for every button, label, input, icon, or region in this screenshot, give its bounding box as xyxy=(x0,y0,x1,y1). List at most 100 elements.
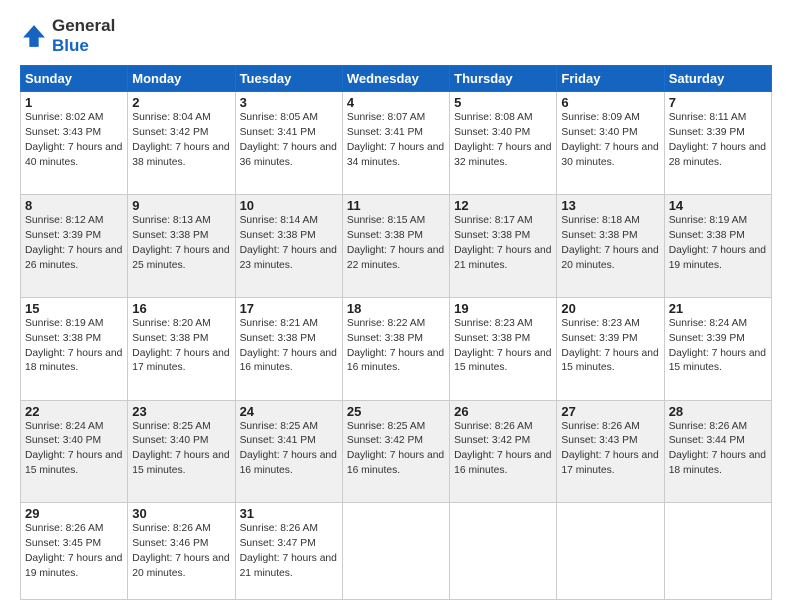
sunrise-text: Sunrise: 8:26 AM xyxy=(132,523,210,534)
sunrise-text: Sunrise: 8:08 AM xyxy=(454,112,532,123)
day-info: Sunrise: 8:23 AM Sunset: 3:38 PM Dayligh… xyxy=(454,317,552,377)
day-info: Sunrise: 8:26 AM Sunset: 3:46 PM Dayligh… xyxy=(132,522,230,582)
calendar-cell xyxy=(664,503,771,600)
sunrise-text: Sunrise: 8:07 AM xyxy=(347,112,425,123)
sunrise-text: Sunrise: 8:26 AM xyxy=(669,421,747,432)
logo: General Blue xyxy=(20,16,115,55)
weekday-header-row: SundayMondayTuesdayWednesdayThursdayFrid… xyxy=(21,66,772,92)
day-info: Sunrise: 8:19 AM Sunset: 3:38 PM Dayligh… xyxy=(669,214,767,274)
sunset-text: Sunset: 3:38 PM xyxy=(669,230,745,241)
sunset-text: Sunset: 3:38 PM xyxy=(561,230,637,241)
daylight-text: Daylight: 7 hours and 23 minutes. xyxy=(240,245,337,271)
sunset-text: Sunset: 3:40 PM xyxy=(454,127,530,138)
daylight-text: Daylight: 7 hours and 16 minutes. xyxy=(347,348,444,374)
daylight-text: Daylight: 7 hours and 30 minutes. xyxy=(561,142,658,168)
sunrise-text: Sunrise: 8:05 AM xyxy=(240,112,318,123)
day-info: Sunrise: 8:20 AM Sunset: 3:38 PM Dayligh… xyxy=(132,317,230,377)
day-info: Sunrise: 8:26 AM Sunset: 3:47 PM Dayligh… xyxy=(240,522,338,582)
day-info: Sunrise: 8:25 AM Sunset: 3:42 PM Dayligh… xyxy=(347,420,445,480)
day-number: 11 xyxy=(347,198,445,213)
day-info: Sunrise: 8:13 AM Sunset: 3:38 PM Dayligh… xyxy=(132,214,230,274)
sunrise-text: Sunrise: 8:09 AM xyxy=(561,112,639,123)
day-number: 13 xyxy=(561,198,659,213)
day-info: Sunrise: 8:26 AM Sunset: 3:44 PM Dayligh… xyxy=(669,420,767,480)
sunset-text: Sunset: 3:46 PM xyxy=(132,538,208,549)
calendar-cell: 29 Sunrise: 8:26 AM Sunset: 3:45 PM Dayl… xyxy=(21,503,128,600)
weekday-header-monday: Monday xyxy=(128,66,235,92)
day-number: 9 xyxy=(132,198,230,213)
day-number: 7 xyxy=(669,95,767,110)
logo-text: General Blue xyxy=(52,16,115,55)
sunset-text: Sunset: 3:39 PM xyxy=(561,333,637,344)
daylight-text: Daylight: 7 hours and 38 minutes. xyxy=(132,142,229,168)
daylight-text: Daylight: 7 hours and 15 minutes. xyxy=(25,450,122,476)
day-number: 20 xyxy=(561,301,659,316)
weekday-header-friday: Friday xyxy=(557,66,664,92)
calendar-cell: 31 Sunrise: 8:26 AM Sunset: 3:47 PM Dayl… xyxy=(235,503,342,600)
sunrise-text: Sunrise: 8:20 AM xyxy=(132,318,210,329)
header: General Blue xyxy=(20,16,772,55)
day-info: Sunrise: 8:25 AM Sunset: 3:40 PM Dayligh… xyxy=(132,420,230,480)
day-number: 25 xyxy=(347,404,445,419)
sunset-text: Sunset: 3:39 PM xyxy=(669,127,745,138)
sunrise-text: Sunrise: 8:23 AM xyxy=(454,318,532,329)
sunrise-text: Sunrise: 8:14 AM xyxy=(240,215,318,226)
calendar-cell: 1 Sunrise: 8:02 AM Sunset: 3:43 PM Dayli… xyxy=(21,92,128,195)
sunrise-text: Sunrise: 8:12 AM xyxy=(25,215,103,226)
calendar-cell: 15 Sunrise: 8:19 AM Sunset: 3:38 PM Dayl… xyxy=(21,297,128,400)
sunrise-text: Sunrise: 8:25 AM xyxy=(347,421,425,432)
sunset-text: Sunset: 3:38 PM xyxy=(132,230,208,241)
daylight-text: Daylight: 7 hours and 15 minutes. xyxy=(132,450,229,476)
sunset-text: Sunset: 3:45 PM xyxy=(25,538,101,549)
calendar-cell: 3 Sunrise: 8:05 AM Sunset: 3:41 PM Dayli… xyxy=(235,92,342,195)
sunset-text: Sunset: 3:42 PM xyxy=(347,435,423,446)
daylight-text: Daylight: 7 hours and 20 minutes. xyxy=(561,245,658,271)
sunset-text: Sunset: 3:42 PM xyxy=(454,435,530,446)
sunset-text: Sunset: 3:38 PM xyxy=(240,333,316,344)
day-number: 10 xyxy=(240,198,338,213)
calendar-cell: 18 Sunrise: 8:22 AM Sunset: 3:38 PM Dayl… xyxy=(342,297,449,400)
day-info: Sunrise: 8:12 AM Sunset: 3:39 PM Dayligh… xyxy=(25,214,123,274)
sunset-text: Sunset: 3:38 PM xyxy=(454,333,530,344)
weekday-header-thursday: Thursday xyxy=(450,66,557,92)
sunrise-text: Sunrise: 8:19 AM xyxy=(669,215,747,226)
sunrise-text: Sunrise: 8:25 AM xyxy=(240,421,318,432)
calendar-cell xyxy=(450,503,557,600)
day-info: Sunrise: 8:14 AM Sunset: 3:38 PM Dayligh… xyxy=(240,214,338,274)
day-number: 22 xyxy=(25,404,123,419)
daylight-text: Daylight: 7 hours and 36 minutes. xyxy=(240,142,337,168)
calendar-cell: 17 Sunrise: 8:21 AM Sunset: 3:38 PM Dayl… xyxy=(235,297,342,400)
daylight-text: Daylight: 7 hours and 40 minutes. xyxy=(25,142,122,168)
sunrise-text: Sunrise: 8:17 AM xyxy=(454,215,532,226)
sunrise-text: Sunrise: 8:19 AM xyxy=(25,318,103,329)
weekday-header-sunday: Sunday xyxy=(21,66,128,92)
day-number: 18 xyxy=(347,301,445,316)
sunset-text: Sunset: 3:43 PM xyxy=(25,127,101,138)
weekday-header-wednesday: Wednesday xyxy=(342,66,449,92)
sunset-text: Sunset: 3:47 PM xyxy=(240,538,316,549)
page: General Blue SundayMondayTuesdayWednesda… xyxy=(0,0,792,612)
day-number: 5 xyxy=(454,95,552,110)
sunset-text: Sunset: 3:40 PM xyxy=(561,127,637,138)
day-info: Sunrise: 8:05 AM Sunset: 3:41 PM Dayligh… xyxy=(240,111,338,171)
calendar-cell: 25 Sunrise: 8:25 AM Sunset: 3:42 PM Dayl… xyxy=(342,400,449,503)
calendar-week-row: 15 Sunrise: 8:19 AM Sunset: 3:38 PM Dayl… xyxy=(21,297,772,400)
day-info: Sunrise: 8:18 AM Sunset: 3:38 PM Dayligh… xyxy=(561,214,659,274)
day-info: Sunrise: 8:11 AM Sunset: 3:39 PM Dayligh… xyxy=(669,111,767,171)
sunset-text: Sunset: 3:41 PM xyxy=(240,435,316,446)
sunset-text: Sunset: 3:38 PM xyxy=(347,230,423,241)
day-number: 30 xyxy=(132,506,230,521)
day-info: Sunrise: 8:02 AM Sunset: 3:43 PM Dayligh… xyxy=(25,111,123,171)
day-number: 23 xyxy=(132,404,230,419)
calendar-cell: 4 Sunrise: 8:07 AM Sunset: 3:41 PM Dayli… xyxy=(342,92,449,195)
daylight-text: Daylight: 7 hours and 16 minutes. xyxy=(240,450,337,476)
calendar-cell: 28 Sunrise: 8:26 AM Sunset: 3:44 PM Dayl… xyxy=(664,400,771,503)
day-number: 2 xyxy=(132,95,230,110)
day-info: Sunrise: 8:15 AM Sunset: 3:38 PM Dayligh… xyxy=(347,214,445,274)
day-info: Sunrise: 8:26 AM Sunset: 3:43 PM Dayligh… xyxy=(561,420,659,480)
day-info: Sunrise: 8:21 AM Sunset: 3:38 PM Dayligh… xyxy=(240,317,338,377)
day-number: 31 xyxy=(240,506,338,521)
day-number: 14 xyxy=(669,198,767,213)
calendar-cell: 27 Sunrise: 8:26 AM Sunset: 3:43 PM Dayl… xyxy=(557,400,664,503)
daylight-text: Daylight: 7 hours and 20 minutes. xyxy=(132,553,229,579)
